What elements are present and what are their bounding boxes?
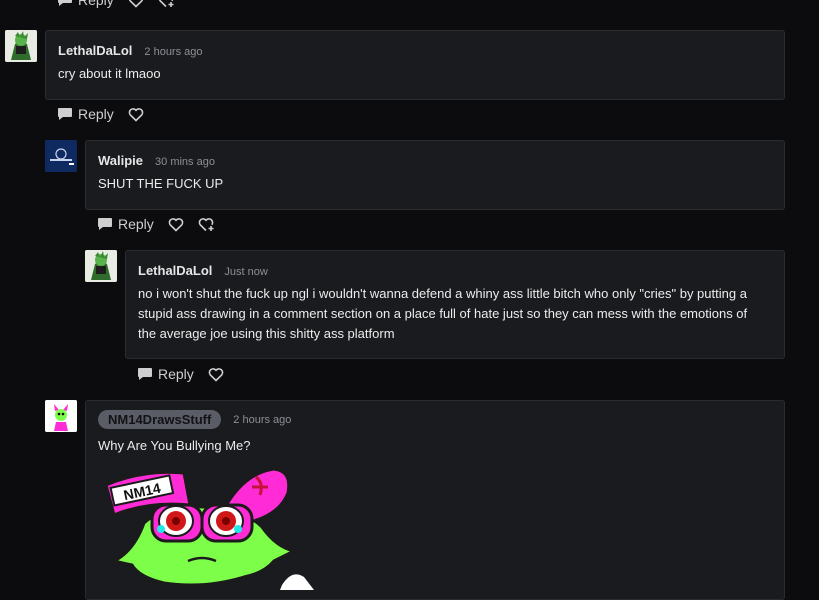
like-heart-icon[interactable] <box>128 107 144 122</box>
comment-actions: Reply <box>137 366 224 382</box>
comment-author[interactable]: Walipie <box>98 153 143 168</box>
heart-plus-icon[interactable] <box>158 0 176 8</box>
avatar[interactable] <box>85 250 117 282</box>
reply-label: Reply <box>78 106 114 122</box>
chat-bubble-icon <box>57 107 73 122</box>
comment-timestamp: 2 hours ago <box>144 46 203 58</box>
comment-card: NM14DrawsStuff 2 hours ago Why Are You B… <box>85 400 785 600</box>
comment-card: LethalDaLol Just now no i won't shut the… <box>125 250 785 359</box>
avatar[interactable] <box>5 30 37 62</box>
comment-text: Why Are You Bullying Me? <box>98 438 251 453</box>
like-heart-icon[interactable] <box>208 367 224 382</box>
comment-actions: Reply <box>97 216 216 232</box>
heart-plus-icon[interactable] <box>198 217 216 232</box>
comment-timestamp: Just now <box>224 266 268 278</box>
comment-author[interactable]: LethalDaLol <box>138 263 212 278</box>
like-heart-icon[interactable] <box>168 217 184 232</box>
reply-button[interactable]: Reply <box>97 216 154 232</box>
comment-text: no i won't shut the fuck up ngl i wouldn… <box>138 286 748 341</box>
comment-actions: Reply <box>57 106 144 122</box>
comment-card: Walipie 30 mins ago SHUT THE FUCK UP <box>85 140 785 210</box>
chat-bubble-icon <box>97 217 113 232</box>
chat-bubble-icon <box>137 367 153 382</box>
reply-label: Reply <box>118 216 154 232</box>
comment-timestamp: 30 mins ago <box>155 156 215 168</box>
comment-drawing-image[interactable]: NM14 <box>104 465 314 590</box>
reply-button[interactable]: Reply <box>57 0 114 8</box>
reply-label: Reply <box>158 366 194 382</box>
reply-button[interactable]: Reply <box>57 106 114 122</box>
reply-label: Reply <box>78 0 114 8</box>
comment-author[interactable]: LethalDaLol <box>58 43 132 58</box>
like-heart-icon[interactable] <box>128 0 144 8</box>
comment-timestamp: 2 hours ago <box>233 413 292 426</box>
top-comment-actions: Reply <box>57 0 176 8</box>
comment-author[interactable]: NM14DrawsStuff <box>98 410 222 429</box>
avatar[interactable] <box>45 400 77 432</box>
comment-text: SHUT THE FUCK UP <box>98 176 224 191</box>
chat-bubble-icon <box>57 0 73 8</box>
comment-text: cry about it lmaoo <box>58 66 161 81</box>
reply-button[interactable]: Reply <box>137 366 194 382</box>
comment-card: LethalDaLol 2 hours ago cry about it lma… <box>45 30 785 100</box>
avatar[interactable] <box>45 140 77 172</box>
